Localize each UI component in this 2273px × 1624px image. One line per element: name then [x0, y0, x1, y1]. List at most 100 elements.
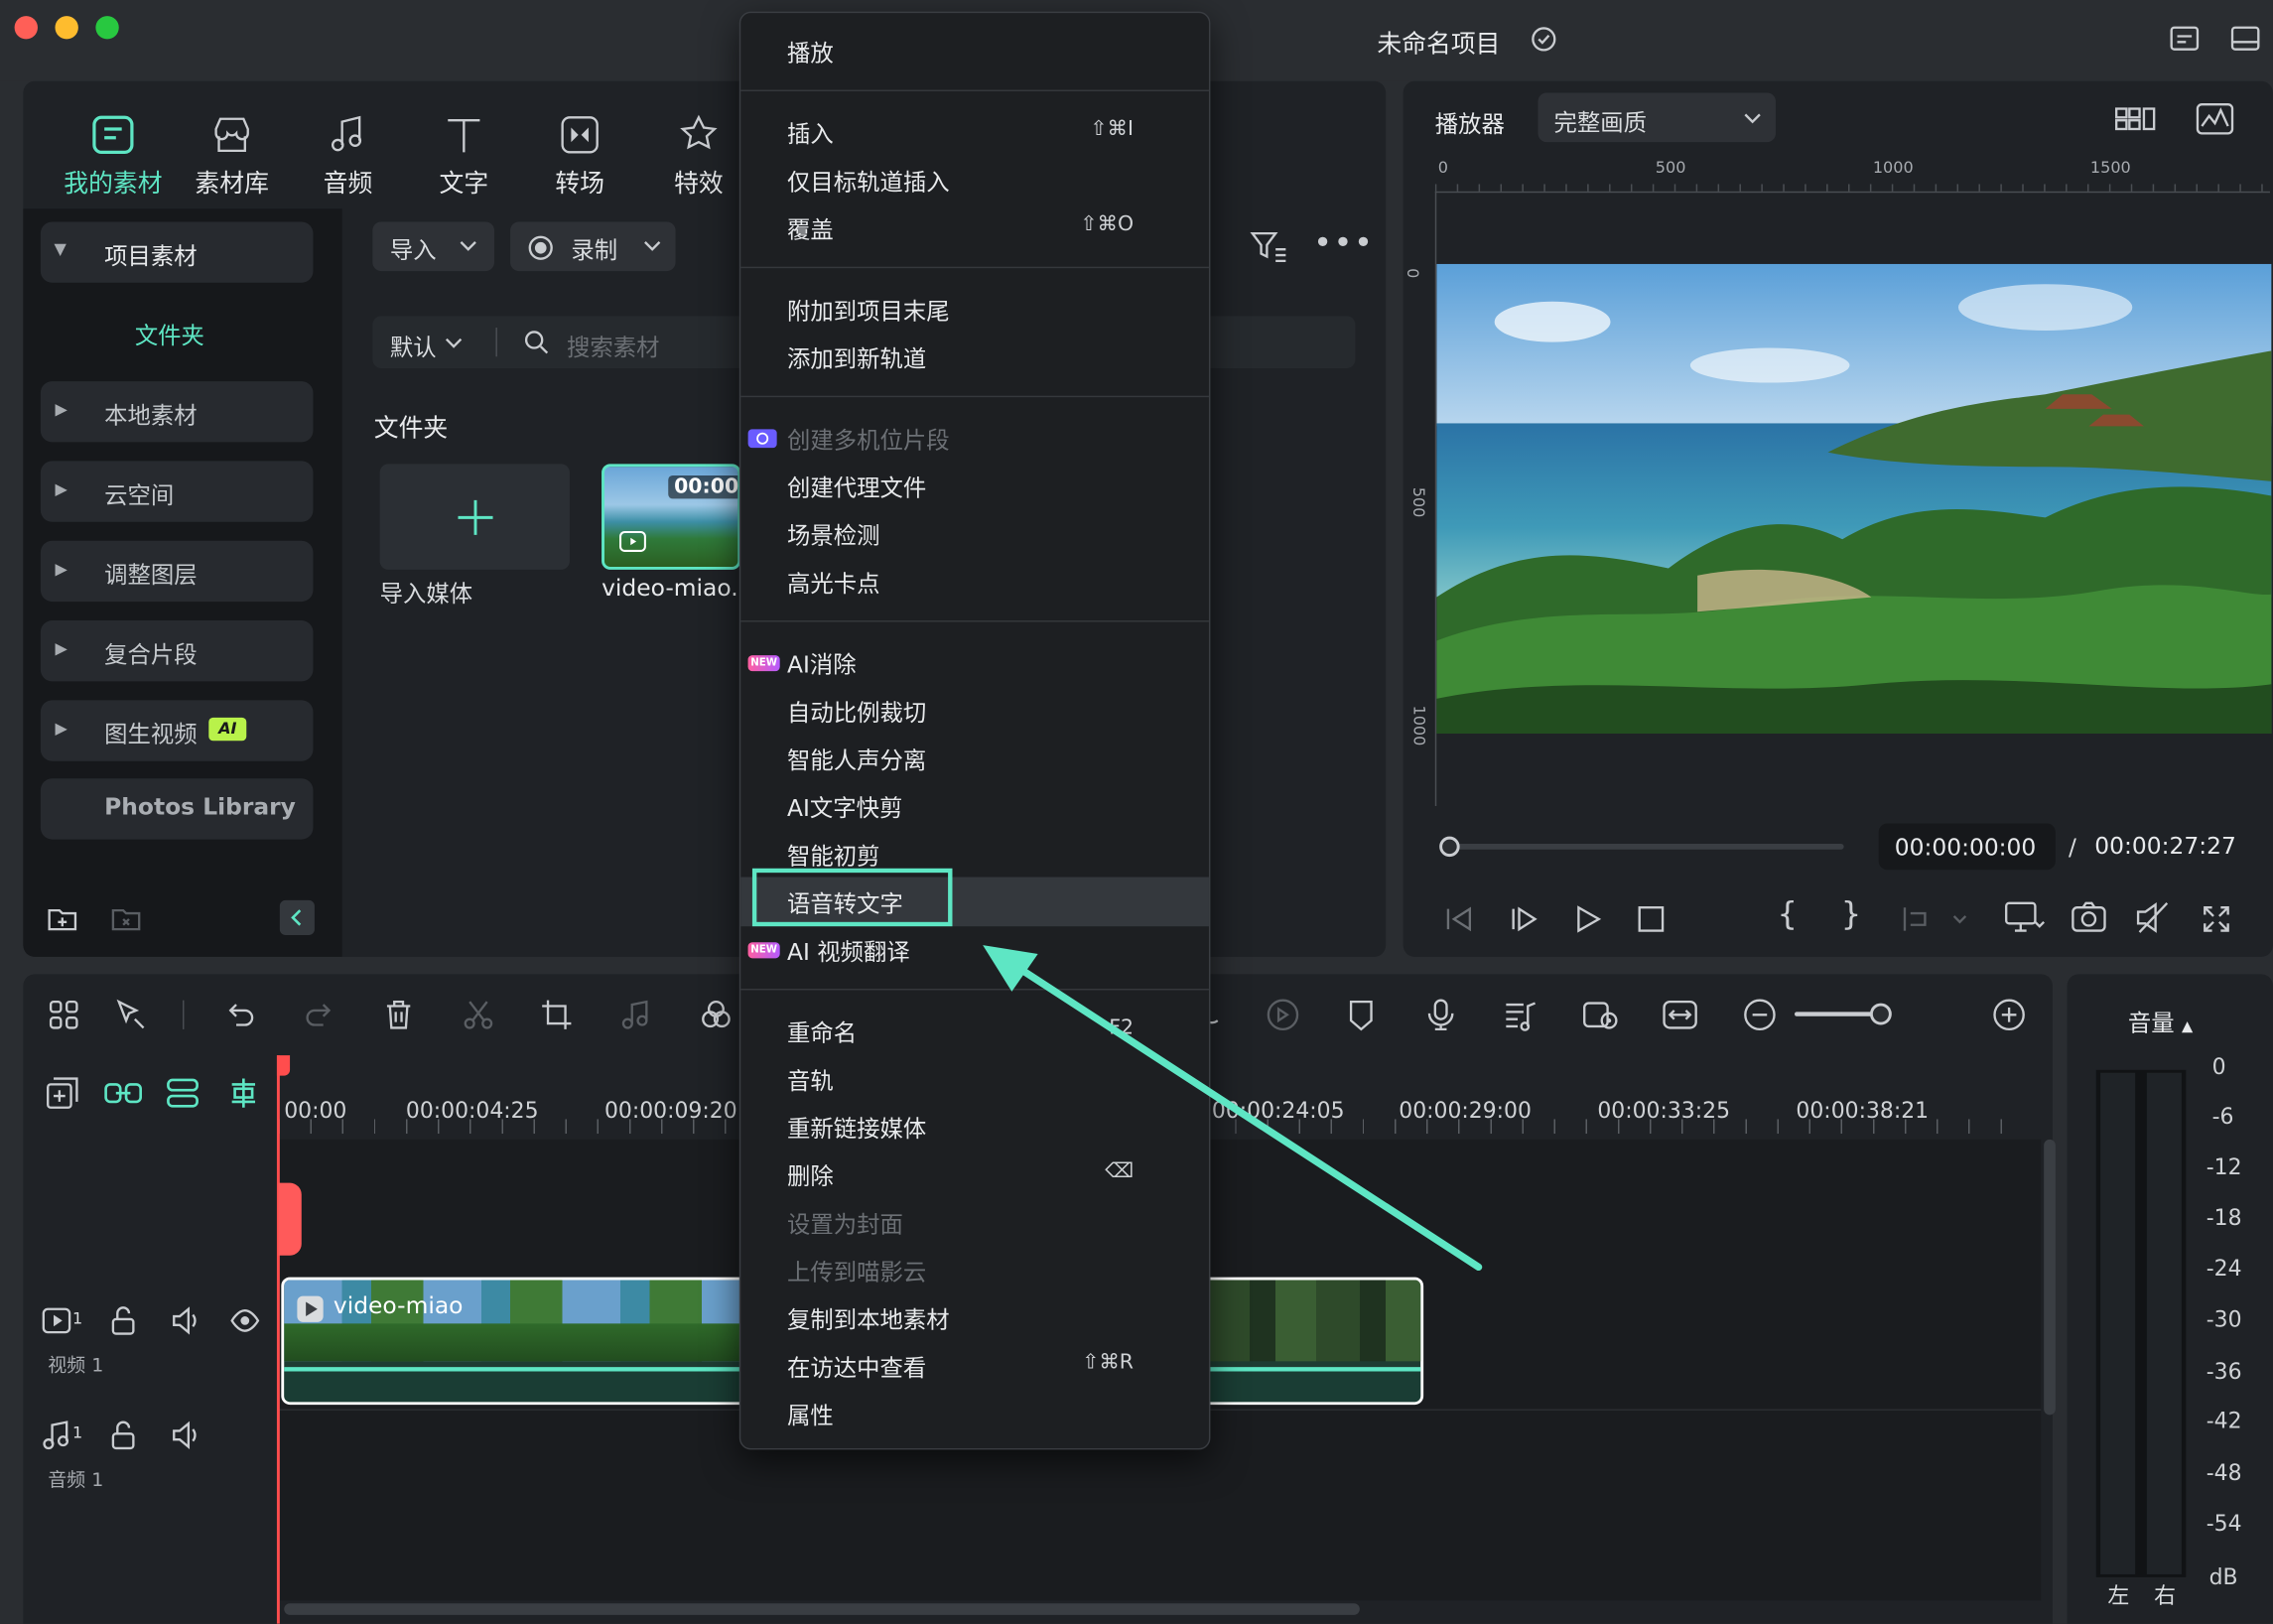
video-clip-icon — [619, 530, 646, 552]
audio-edit-icon[interactable] — [619, 998, 654, 1032]
collapse-sidebar-button[interactable] — [279, 899, 315, 935]
menu-item-create-proxy[interactable]: 创建代理文件 — [740, 463, 1209, 509]
audio-track-icon — [41, 1420, 72, 1451]
player-progress-handle[interactable] — [1439, 836, 1460, 858]
menu-item-insert-target-track[interactable]: 仅目标轨道插入 — [740, 157, 1209, 203]
menu-item-play[interactable]: 播放 — [740, 28, 1209, 74]
sidebar-item-adjustment-layer[interactable]: ▶ 调整图层 — [40, 540, 314, 603]
menu-item-auto-reframe[interactable]: 自动比例裁切 — [740, 687, 1209, 734]
speaker-icon[interactable] — [170, 1304, 201, 1336]
redo-icon[interactable] — [302, 998, 336, 1032]
sidebar-item-image-to-video[interactable]: ▶ 图生视频 AI — [40, 700, 314, 761]
menu-item-add-new-track[interactable]: 添加到新轨道 — [740, 334, 1209, 380]
tab-audio[interactable]: 音频 — [296, 113, 400, 201]
playhead-handle[interactable] — [276, 1055, 291, 1076]
play-icon[interactable] — [1570, 901, 1605, 936]
zoom-in-icon[interactable] — [1992, 998, 2027, 1032]
undo-icon[interactable] — [223, 998, 258, 1032]
layout-icon[interactable] — [2229, 23, 2261, 55]
menu-item-overwrite[interactable]: 覆盖 ⇧⌘O — [740, 204, 1209, 251]
fit-timeline-icon[interactable] — [1662, 998, 1699, 1032]
current-time-field[interactable]: 00:00:00:00 — [1878, 823, 2056, 871]
add-track-icon[interactable] — [45, 1076, 79, 1111]
new-folder-icon[interactable] — [47, 904, 78, 933]
tab-stock[interactable]: 素材库 — [180, 113, 284, 201]
tab-text[interactable]: 文字 — [412, 113, 516, 201]
sidebar-item-project-media[interactable]: ▶ 项目素材 — [40, 221, 314, 283]
zoom-window-button[interactable] — [95, 16, 119, 40]
import-dropdown[interactable]: 导入 — [372, 221, 494, 272]
delete-folder-icon[interactable] — [110, 904, 142, 933]
clip-duration: 00:00 — [668, 475, 738, 499]
menu-item-properties[interactable]: 属性 — [740, 1391, 1209, 1437]
grid-view-icon[interactable] — [2113, 104, 2157, 133]
sidebar-item-cloud[interactable]: ▶ 云空间 — [40, 461, 314, 522]
crop-icon[interactable] — [539, 998, 574, 1032]
lock-icon[interactable] — [107, 1420, 139, 1451]
volume-mute-icon[interactable] — [2134, 898, 2172, 936]
playhead-marker[interactable] — [278, 1182, 302, 1256]
menu-item-show-in-finder[interactable]: 在访达中查看 ⇧⌘R — [740, 1342, 1209, 1389]
color-icon[interactable] — [699, 998, 734, 1032]
menu-item-ai-remove[interactable]: NEW AI消除 — [740, 639, 1209, 686]
menu-item-label: 插入 — [786, 120, 834, 148]
next-frame-icon[interactable] — [1506, 901, 1540, 936]
select-tool-icon[interactable] — [113, 998, 151, 1032]
import-label: 导入 — [389, 236, 437, 264]
tab-effects[interactable]: 特效 — [646, 113, 750, 201]
snapshot-icon[interactable] — [2070, 898, 2107, 936]
menu-item-label: 属性 — [786, 1402, 834, 1429]
insert-marker-icon[interactable] — [1899, 901, 1971, 936]
mark-in-icon[interactable]: { — [1777, 897, 1797, 934]
scrollbar-thumb[interactable] — [2044, 1139, 2056, 1416]
link-icon[interactable] — [103, 1076, 144, 1111]
sort-label[interactable]: 默认 — [390, 328, 437, 362]
minimize-window-button[interactable] — [55, 16, 78, 40]
eye-icon[interactable] — [229, 1304, 261, 1336]
vertical-scrollbar[interactable] — [2041, 1139, 2059, 1416]
close-window-button[interactable] — [14, 16, 38, 40]
sidebar-item-local-media[interactable]: ▶ 本地素材 — [40, 381, 314, 443]
mark-out-icon[interactable]: } — [1841, 897, 1861, 934]
sidebar-item-compound-clip[interactable]: ▶ 复合片段 — [40, 620, 314, 682]
menu-item-copy-to-local[interactable]: 复制到本地素材 — [740, 1294, 1209, 1341]
horizontal-scrollbar[interactable] — [278, 1600, 2041, 1618]
video-track-label: 视频 1 — [48, 1355, 104, 1378]
zoom-slider-handle[interactable] — [1869, 1003, 1892, 1025]
sidebar-item-folder[interactable]: 文件夹 — [135, 316, 204, 350]
feedback-icon[interactable] — [2169, 23, 2201, 55]
menu-item-vocal-separation[interactable]: 智能人声分离 — [740, 735, 1209, 781]
media-clip-thumbnail[interactable]: 00:00 — [602, 464, 741, 570]
stop-icon[interactable] — [1634, 901, 1669, 936]
menu-item-scene-detection[interactable]: 场景检测 — [740, 510, 1209, 557]
zoom-out-icon[interactable] — [1742, 998, 1777, 1032]
snap-icon[interactable] — [224, 1076, 262, 1111]
playhead[interactable] — [276, 1055, 280, 1624]
quality-dropdown[interactable]: 完整画质 — [1538, 92, 1776, 143]
preview-render-icon[interactable] — [1580, 998, 1621, 1032]
delete-icon[interactable] — [381, 998, 416, 1032]
player-progress-bar[interactable] — [1449, 843, 1844, 850]
speaker-icon[interactable] — [170, 1420, 201, 1451]
search-input[interactable]: 搜索素材 — [567, 328, 659, 362]
audio-meter-label[interactable]: 音量 ▲ — [2128, 1004, 2193, 1038]
menu-item-insert[interactable]: 插入 ⇧⌘I — [740, 109, 1209, 156]
filter-icon[interactable] — [1250, 229, 1287, 264]
scope-icon[interactable] — [2195, 101, 2235, 136]
split-icon[interactable] — [461, 998, 495, 1032]
menu-item-highlight-beat[interactable]: 高光卡点 — [740, 558, 1209, 605]
magnetic-icon[interactable] — [164, 1076, 201, 1111]
more-icon[interactable]: ••• — [1313, 226, 1374, 263]
layout-grid-icon[interactable] — [47, 998, 81, 1032]
sidebar-item-photos-library[interactable]: Photos Library — [40, 778, 314, 840]
display-settings-icon[interactable] — [2003, 898, 2047, 936]
import-media-tile[interactable] — [379, 464, 570, 570]
menu-item-ai-text-edit[interactable]: AI文字快剪 — [740, 783, 1209, 830]
lock-icon[interactable] — [107, 1304, 139, 1336]
tab-transition[interactable]: 转场 — [528, 113, 632, 201]
fullscreen-icon[interactable] — [2199, 901, 2233, 936]
record-dropdown[interactable]: 录制 — [510, 221, 676, 272]
tab-my-media[interactable]: 我的素材 — [61, 113, 165, 201]
menu-item-append-to-end[interactable]: 附加到项目末尾 — [740, 286, 1209, 333]
scrollbar-thumb[interactable] — [284, 1603, 1360, 1615]
